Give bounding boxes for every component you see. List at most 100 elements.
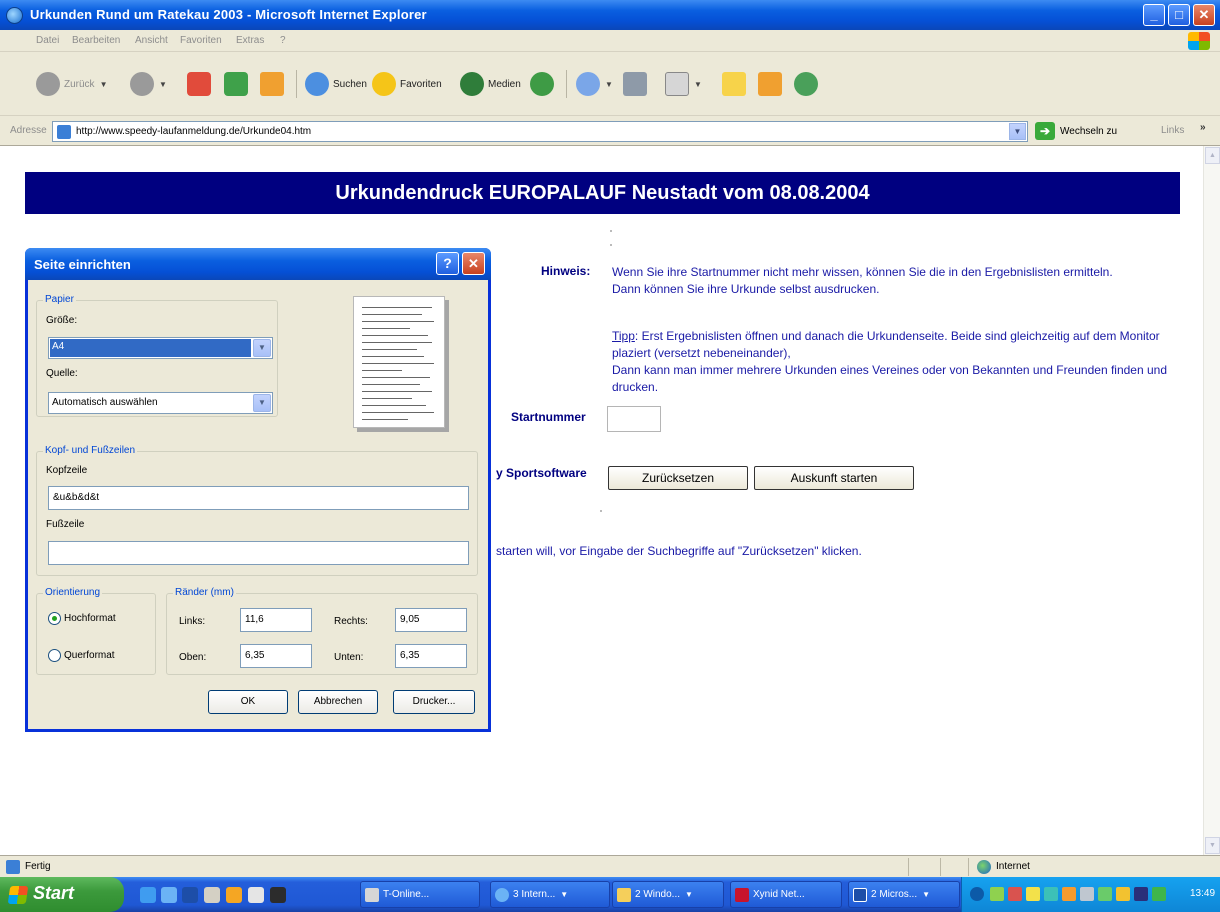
back-button[interactable]: Zurück ▼ <box>36 69 107 99</box>
quicklaunch-explorer-icon[interactable] <box>248 887 264 903</box>
links-toolbar[interactable]: Links <box>1161 125 1184 136</box>
dialog-close-button[interactable]: ✕ <box>462 252 485 275</box>
history-button[interactable] <box>530 69 554 99</box>
quicklaunch-ie-icon[interactable] <box>140 887 156 903</box>
header-input[interactable]: &u&b&d&t <box>48 486 469 510</box>
media-label: Medien <box>488 78 521 90</box>
tray-antivirus-icon[interactable] <box>1044 887 1058 901</box>
task-internet-explorer[interactable]: 3 Intern... ▼ <box>490 881 610 908</box>
messenger-button[interactable] <box>758 69 782 99</box>
preview-text-line <box>362 419 408 420</box>
preview-text-line <box>362 405 426 406</box>
users-button[interactable] <box>794 69 818 99</box>
preview-text-line <box>362 356 424 357</box>
folder-icon <box>617 887 631 902</box>
vertical-scrollbar[interactable]: ▲ ▼ <box>1203 146 1220 855</box>
toolbar-separator <box>566 70 567 98</box>
quicklaunch-app-icon[interactable] <box>270 887 286 903</box>
task-xynid[interactable]: Xynid Net... <box>730 881 842 908</box>
maximize-button[interactable]: □ <box>1168 4 1190 26</box>
paper-size-select[interactable]: A4 ▼ <box>48 337 273 359</box>
paper-legend: Papier <box>43 294 76 305</box>
startnummer-label: Startnummer <box>511 410 586 424</box>
tray-app-icon[interactable] <box>1080 887 1094 901</box>
chevron-down-icon: ▼ <box>99 79 108 89</box>
ok-button[interactable]: OK <box>208 690 288 714</box>
preview-text-line <box>362 342 432 343</box>
dialog-titlebar: Seite einrichten ? ✕ <box>25 248 491 280</box>
left-margin-input[interactable]: 11,6 <box>240 608 312 632</box>
xynid-icon <box>735 887 749 902</box>
home-button[interactable] <box>260 69 284 99</box>
task-windows-explorer[interactable]: 2 Windo... ▼ <box>612 881 724 908</box>
menu-favoriten[interactable]: Favoriten <box>180 35 222 46</box>
close-window-button[interactable]: ✕ <box>1193 4 1215 26</box>
tray-messenger-icon[interactable] <box>1116 887 1130 901</box>
system-tray: 13:49 <box>961 877 1220 912</box>
tray-sound-icon[interactable] <box>1062 887 1076 901</box>
mail-button[interactable]: ▼ <box>576 69 613 99</box>
menu-datei[interactable]: Datei <box>36 35 59 46</box>
favorites-button[interactable]: Favoriten <box>372 69 442 99</box>
tray-network-icon[interactable] <box>990 887 1004 901</box>
forward-button[interactable]: ▼ <box>130 69 167 99</box>
media-button[interactable]: Medien <box>460 69 521 99</box>
media-icon <box>460 72 484 96</box>
right-margin-input[interactable]: 9,05 <box>395 608 467 632</box>
landscape-radio[interactable]: Querformat <box>48 649 115 662</box>
stop-button[interactable] <box>187 69 211 99</box>
quicklaunch-word-icon[interactable] <box>182 887 198 903</box>
menu-ansicht[interactable]: Ansicht <box>135 35 168 46</box>
page-banner: Urkundendruck EUROPALAUF Neustadt vom 08… <box>25 172 1180 214</box>
cancel-button[interactable]: Abbrechen <box>298 690 378 714</box>
start-button[interactable]: Start <box>0 877 124 912</box>
tray-display-icon[interactable] <box>1134 887 1148 901</box>
preview-text-line <box>362 349 417 350</box>
discuss-button[interactable] <box>722 69 746 99</box>
tray-connection-icon[interactable] <box>1152 887 1166 901</box>
toolbar: Zurück ▼ ▼ Suchen Favoriten Medien ▼ ▼ <box>0 52 1220 116</box>
menu-extras[interactable]: Extras <box>236 35 264 46</box>
query-start-button[interactable]: Auskunft starten <box>754 466 914 490</box>
reset-button[interactable]: Zurücksetzen <box>608 466 748 490</box>
startnummer-input[interactable] <box>607 406 661 432</box>
portrait-radio[interactable]: Hochformat <box>48 612 116 625</box>
printer-button[interactable]: Drucker... <box>393 690 475 714</box>
address-input[interactable]: http://www.speedy-laufanmeldung.de/Urkun… <box>52 121 1028 142</box>
go-arrow-icon: ➔ <box>1035 122 1055 140</box>
go-button[interactable]: ➔ Wechseln zu <box>1035 122 1117 140</box>
toolbar-chevron[interactable]: » <box>1200 122 1206 133</box>
tray-security-icon[interactable] <box>1008 887 1022 901</box>
footer-input[interactable] <box>48 541 469 565</box>
tipp-link[interactable]: Tipp <box>612 329 635 343</box>
quicklaunch-outlook-icon[interactable] <box>161 887 177 903</box>
ie-icon <box>495 887 509 902</box>
top-margin-input[interactable]: 6,35 <box>240 644 312 668</box>
minimize-button[interactable]: _ <box>1143 4 1165 26</box>
bottom-margin-input[interactable]: 6,35 <box>395 644 467 668</box>
chevron-down-icon[interactable]: ▼ <box>1009 123 1026 140</box>
edit-button[interactable]: ▼ <box>665 69 702 99</box>
search-button[interactable]: Suchen <box>305 69 367 99</box>
refresh-button[interactable] <box>224 69 248 99</box>
task-microsoft-word[interactable]: 2 Micros... ▼ <box>848 881 960 908</box>
preview-text-line <box>362 321 434 322</box>
task-t-online[interactable]: T-Online... <box>360 881 480 908</box>
quicklaunch-media-icon[interactable] <box>226 887 242 903</box>
quicklaunch-desktop-icon[interactable] <box>204 887 220 903</box>
scroll-down-icon[interactable]: ▼ <box>1205 837 1220 854</box>
tray-update-icon[interactable] <box>1026 887 1040 901</box>
source-label: Quelle: <box>46 368 78 379</box>
print-button[interactable] <box>623 69 647 99</box>
preview-text-line <box>362 328 410 329</box>
tray-monitor-icon[interactable] <box>1098 887 1112 901</box>
scroll-up-icon[interactable]: ▲ <box>1205 147 1220 164</box>
help-button[interactable]: ? <box>436 252 459 275</box>
menu-bearbeiten[interactable]: Bearbeiten <box>72 35 120 46</box>
tray-expand-icon[interactable] <box>970 887 984 901</box>
search-icon <box>305 72 329 96</box>
paper-source-select[interactable]: Automatisch auswählen ▼ <box>48 392 273 414</box>
favorites-label: Favoriten <box>400 78 442 90</box>
task-label: Xynid Net... <box>753 889 805 900</box>
menu-help[interactable]: ? <box>280 35 286 46</box>
